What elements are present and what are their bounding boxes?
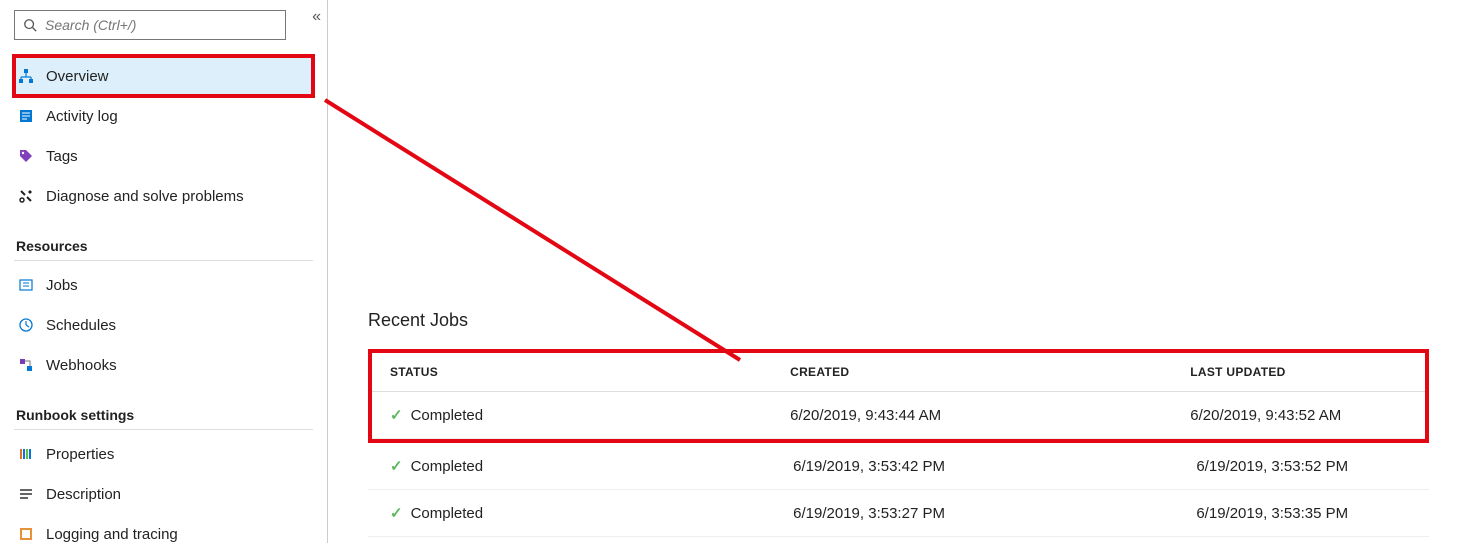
check-icon: ✓ [390, 457, 403, 475]
sidebar-item-jobs[interactable]: Jobs [14, 265, 313, 305]
updated-cell: 6/19/2019, 3:53:52 PM [1174, 443, 1429, 490]
sidebar-item-label: Overview [46, 68, 109, 85]
main-content: Recent Jobs STATUS CREATED LAST UPDATED … [328, 0, 1469, 543]
table-row[interactable]: ✓ Completed 6/20/2019, 9:43:44 AM 6/20/20… [372, 392, 1425, 439]
search-icon [23, 18, 37, 32]
check-icon: ✓ [390, 504, 403, 522]
created-cell: 6/19/2019, 3:53:27 PM [771, 490, 1174, 537]
sidebar-item-label: Webhooks [46, 357, 117, 374]
sidebar-item-description[interactable]: Description [14, 474, 313, 514]
sidebar-item-diagnose[interactable]: Diagnose and solve problems [14, 176, 313, 216]
col-status: STATUS [372, 353, 772, 392]
collapse-icon[interactable]: « [312, 8, 321, 26]
sidebar-item-label: Schedules [46, 317, 116, 334]
divider [14, 429, 313, 430]
recent-jobs-table: STATUS CREATED LAST UPDATED ✓ Completed 6… [372, 353, 1425, 439]
webhook-icon [18, 357, 46, 373]
description-icon [18, 486, 46, 502]
table-row[interactable]: ✓ Completed 6/19/2019, 3:53:42 PM 6/19/20… [368, 443, 1429, 490]
updated-cell: 6/19/2019, 3:53:35 PM [1174, 490, 1429, 537]
status-text: Completed [411, 505, 484, 522]
created-cell: 6/19/2019, 3:53:42 PM [771, 443, 1174, 490]
recent-jobs-title: Recent Jobs [368, 310, 1429, 331]
updated-cell: 6/20/2019, 9:43:52 AM [1172, 392, 1425, 439]
sidebar-item-properties[interactable]: Properties [14, 434, 313, 474]
sidebar-item-overview[interactable]: Overview [14, 56, 313, 96]
nav-resources: Jobs Schedules Webhooks [14, 265, 313, 385]
properties-icon [18, 446, 46, 462]
status-text: Completed [411, 458, 484, 475]
sidebar: « Overview Activity log [0, 0, 328, 543]
table-header-row: STATUS CREATED LAST UPDATED [372, 353, 1425, 392]
col-created: CREATED [772, 353, 1172, 392]
tag-icon [18, 148, 46, 164]
nav-main: Overview Activity log Tags Diagnose and … [14, 56, 313, 216]
sidebar-item-label: Tags [46, 148, 78, 165]
sidebar-item-label: Activity log [46, 108, 118, 125]
sidebar-item-label: Logging and tracing [46, 526, 178, 543]
sidebar-item-label: Diagnose and solve problems [46, 188, 244, 205]
sidebar-item-logging[interactable]: Logging and tracing [14, 514, 313, 554]
section-title-runbook: Runbook settings [16, 407, 313, 423]
recent-jobs-highlight: STATUS CREATED LAST UPDATED ✓ Completed 6… [368, 349, 1429, 443]
sitemap-icon [18, 68, 46, 84]
sidebar-item-webhooks[interactable]: Webhooks [14, 345, 313, 385]
search-input-wrap[interactable] [14, 10, 286, 40]
jobs-icon [18, 277, 46, 293]
check-icon: ✓ [390, 406, 403, 424]
status-text: Completed [411, 407, 484, 424]
wrench-icon [18, 188, 46, 204]
section-title-resources: Resources [16, 238, 313, 254]
log-icon [18, 108, 46, 124]
sidebar-item-tags[interactable]: Tags [14, 136, 313, 176]
recent-jobs-table-rest: ✓ Completed 6/19/2019, 3:53:42 PM 6/19/20… [368, 443, 1429, 537]
sidebar-item-label: Description [46, 486, 121, 503]
sidebar-item-label: Jobs [46, 277, 78, 294]
logging-icon [18, 526, 46, 542]
clock-icon [18, 317, 46, 333]
nav-runbook: Properties Description Logging and traci… [14, 434, 313, 554]
sidebar-item-schedules[interactable]: Schedules [14, 305, 313, 345]
created-cell: 6/20/2019, 9:43:44 AM [772, 392, 1172, 439]
search-input[interactable] [45, 17, 277, 33]
col-updated: LAST UPDATED [1172, 353, 1425, 392]
sidebar-item-activity-log[interactable]: Activity log [14, 96, 313, 136]
table-row[interactable]: ✓ Completed 6/19/2019, 3:53:27 PM 6/19/20… [368, 490, 1429, 537]
sidebar-item-label: Properties [46, 446, 114, 463]
divider [14, 260, 313, 261]
